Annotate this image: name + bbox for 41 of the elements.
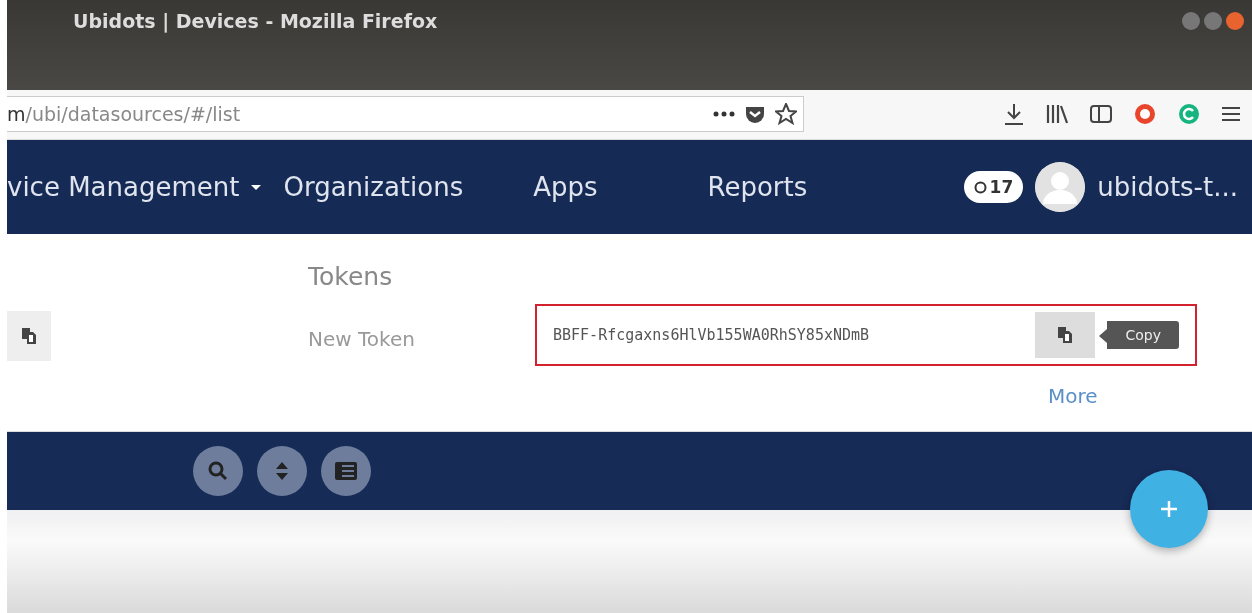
window-title: Ubidots | Devices - Mozilla Firefox bbox=[73, 10, 439, 32]
token-field[interactable]: BBFF-Rfcgaxns6HlVb155WA0RhSY85xNDmB Copy bbox=[535, 303, 1197, 366]
maximize-button[interactable] bbox=[1204, 12, 1222, 30]
field-label: New Token bbox=[308, 326, 415, 351]
library-icon[interactable] bbox=[1046, 104, 1068, 125]
pocket-icon[interactable] bbox=[745, 105, 765, 124]
nav-menu-item[interactable]: Reports bbox=[707, 172, 808, 203]
sort-icon bbox=[276, 462, 288, 480]
list-view-button[interactable] bbox=[321, 446, 371, 496]
list-icon bbox=[335, 462, 357, 480]
notification-badge[interactable]: 17 bbox=[963, 171, 1024, 204]
avatar-icon[interactable] bbox=[1035, 162, 1086, 213]
section-heading: Tokens bbox=[308, 261, 393, 291]
address-bar[interactable]: m/ubi/datasources/#/list bbox=[7, 96, 804, 133]
search-button[interactable] bbox=[193, 446, 243, 496]
copy-icon bbox=[1058, 326, 1073, 343]
plus-icon bbox=[1159, 499, 1179, 519]
caret-icon bbox=[251, 184, 262, 190]
close-button[interactable] bbox=[1226, 12, 1244, 30]
copy-button[interactable] bbox=[1035, 311, 1096, 358]
nav-menu-item[interactable]: Apps bbox=[533, 172, 598, 203]
nav-menu-item[interactable]: Organizations bbox=[283, 172, 464, 203]
minimize-button[interactable] bbox=[1182, 12, 1200, 30]
sidebar-icon[interactable] bbox=[1090, 105, 1112, 124]
more-icon[interactable] bbox=[713, 111, 735, 118]
notification-count: 17 bbox=[989, 177, 1014, 198]
download-icon[interactable] bbox=[1004, 103, 1024, 126]
star-icon[interactable] bbox=[775, 103, 797, 126]
clock-icon bbox=[973, 180, 987, 194]
sort-button[interactable] bbox=[257, 446, 307, 496]
extension-icon[interactable] bbox=[1178, 103, 1200, 126]
nav-menu-item[interactable]: vice Management bbox=[7, 172, 262, 203]
user-name[interactable]: ubidots-t... bbox=[1097, 172, 1238, 203]
stop-icon[interactable] bbox=[1134, 103, 1156, 126]
copy-tooltip: Copy bbox=[1099, 320, 1179, 349]
menu-icon[interactable] bbox=[1222, 106, 1240, 123]
token-value: BBFF-Rfcgaxns6HlVb155WA0RhSY85xNDmB bbox=[553, 325, 871, 344]
copy-icon bbox=[22, 327, 36, 344]
url-text: m/ubi/datasources/#/list bbox=[7, 103, 242, 126]
copy-button[interactable] bbox=[7, 310, 51, 361]
search-icon bbox=[208, 461, 228, 481]
